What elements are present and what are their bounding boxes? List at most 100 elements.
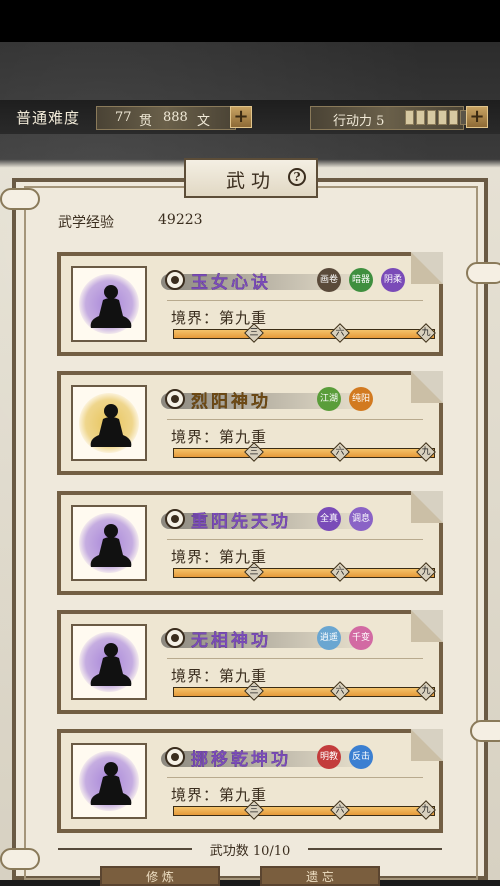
cloud-ornament-left-top bbox=[0, 188, 40, 210]
milestone-label: 九 bbox=[421, 328, 431, 338]
milestone-label: 六 bbox=[335, 328, 345, 338]
money-guan: 77 bbox=[115, 110, 132, 125]
action-points-bar bbox=[405, 110, 469, 125]
technique-name: 挪移乾坤功 bbox=[191, 750, 291, 770]
progress-fill bbox=[174, 449, 434, 457]
page-title: 武功 bbox=[226, 170, 277, 192]
technique-tag: 江湖 bbox=[317, 387, 341, 411]
progress-fill bbox=[174, 807, 434, 815]
card-divider bbox=[167, 777, 423, 778]
action-cell bbox=[405, 110, 414, 125]
martial-art-card[interactable]: 挪移乾坤功 明教 反击 境界：第九重三六九 bbox=[57, 729, 443, 833]
meditating-figure-icon bbox=[90, 524, 132, 567]
portrait-frame bbox=[71, 505, 147, 581]
add-action-button[interactable]: + bbox=[466, 106, 488, 128]
progress-bar: 三六九 bbox=[173, 800, 436, 820]
milestone-label: 三 bbox=[249, 328, 259, 338]
milestone-label: 九 bbox=[421, 805, 431, 815]
technique-tags: 明教 反击 bbox=[317, 745, 373, 769]
technique-name: 玉女心诀 bbox=[191, 273, 271, 293]
card-corner-fold bbox=[411, 610, 443, 642]
milestone-label: 六 bbox=[335, 686, 345, 696]
martial-exp-row: 武学经验 49223 bbox=[58, 212, 203, 232]
meditating-figure-icon bbox=[90, 285, 132, 328]
technique-tag: 逍遥 bbox=[317, 626, 341, 650]
technique-tag: 暗器 bbox=[349, 268, 373, 292]
technique-type-icon bbox=[165, 628, 185, 648]
milestone-label: 三 bbox=[249, 567, 259, 577]
meditating-figure-icon bbox=[90, 643, 132, 686]
technique-tags: 画卷 暗器 阴柔 bbox=[317, 268, 405, 292]
technique-type-icon bbox=[165, 509, 185, 529]
milestone-label: 六 bbox=[335, 805, 345, 815]
martial-count: 武功数 10/10 bbox=[192, 840, 308, 859]
technique-tag: 调息 bbox=[349, 507, 373, 531]
portrait-frame bbox=[71, 743, 147, 819]
card-divider bbox=[167, 658, 423, 659]
progress-bar: 三六九 bbox=[173, 562, 436, 582]
help-icon[interactable]: ? bbox=[288, 168, 306, 186]
card-divider bbox=[167, 419, 423, 420]
meditating-figure-icon bbox=[90, 404, 132, 447]
card-corner-fold bbox=[411, 491, 443, 523]
money-wen: 888 bbox=[163, 110, 188, 125]
train-button[interactable]: 修 炼 bbox=[100, 866, 220, 886]
martial-art-card[interactable]: 玉女心诀 画卷 暗器 阴柔 境界：第九重三六九 bbox=[57, 252, 443, 356]
progress-bar: 三六九 bbox=[173, 681, 436, 701]
difficulty-label: 普通难度 bbox=[16, 109, 81, 127]
technique-type-icon bbox=[165, 389, 185, 409]
portrait-frame bbox=[71, 624, 147, 700]
technique-type-icon bbox=[165, 270, 185, 290]
milestone-label: 九 bbox=[421, 447, 431, 457]
card-corner-fold bbox=[411, 252, 443, 284]
add-money-button[interactable]: + bbox=[230, 106, 252, 128]
cloud-ornament-right-bottom bbox=[470, 720, 500, 742]
technique-tag: 纯阳 bbox=[349, 387, 373, 411]
milestone-label: 九 bbox=[421, 686, 431, 696]
technique-name: 烈阳神功 bbox=[191, 392, 271, 412]
technique-tags: 全真 调息 bbox=[317, 507, 373, 531]
money-guan-unit: 贯 bbox=[139, 114, 153, 129]
money-wen-unit: 文 bbox=[197, 114, 211, 129]
action-points-label: 行动力 5 bbox=[333, 114, 385, 129]
card-divider bbox=[167, 300, 423, 301]
technique-tag: 画卷 bbox=[317, 268, 341, 292]
milestone-label: 六 bbox=[335, 447, 345, 457]
technique-type-icon bbox=[165, 747, 185, 767]
technique-tags: 江湖 纯阳 bbox=[317, 387, 373, 411]
technique-name: 无相神功 bbox=[191, 631, 271, 651]
card-divider bbox=[167, 539, 423, 540]
exp-value: 49223 bbox=[158, 212, 203, 228]
technique-tag: 千变 bbox=[349, 626, 373, 650]
milestone-label: 九 bbox=[421, 567, 431, 577]
exp-label: 武学经验 bbox=[58, 215, 114, 231]
portrait-frame bbox=[71, 266, 147, 342]
cloud-ornament-left-bottom bbox=[0, 848, 40, 870]
action-points-box: 行动力 5 bbox=[310, 106, 469, 130]
milestone-label: 三 bbox=[249, 447, 259, 457]
money-box: 77 贯 888 文 bbox=[96, 106, 236, 130]
technique-tags: 逍遥 千变 bbox=[317, 626, 373, 650]
technique-tag: 全真 bbox=[317, 507, 341, 531]
action-cell bbox=[438, 110, 447, 125]
progress-fill bbox=[174, 688, 434, 696]
action-cell bbox=[449, 110, 458, 125]
forget-button[interactable]: 遗 忘 bbox=[260, 866, 380, 886]
action-cell bbox=[416, 110, 425, 125]
top-black-bar bbox=[0, 0, 500, 42]
progress-bar: 三六九 bbox=[173, 323, 436, 343]
technique-tag: 明教 bbox=[317, 745, 341, 769]
milestone-label: 三 bbox=[249, 805, 259, 815]
title-plaque: 武功 ? bbox=[184, 158, 318, 198]
progress-bar: 三六九 bbox=[173, 442, 436, 462]
progress-fill bbox=[174, 569, 434, 577]
card-corner-fold bbox=[411, 371, 443, 403]
action-cell bbox=[427, 110, 436, 125]
martial-art-card[interactable]: 烈阳神功 江湖 纯阳 境界：第九重三六九 bbox=[57, 371, 443, 475]
card-corner-fold bbox=[411, 729, 443, 761]
technique-name: 重阳先天功 bbox=[191, 512, 291, 532]
progress-fill bbox=[174, 330, 434, 338]
martial-art-card[interactable]: 重阳先天功 全真 调息 境界：第九重三六九 bbox=[57, 491, 443, 595]
martial-art-card[interactable]: 无相神功 逍遥 千变 境界：第九重三六九 bbox=[57, 610, 443, 714]
milestone-label: 六 bbox=[335, 567, 345, 577]
